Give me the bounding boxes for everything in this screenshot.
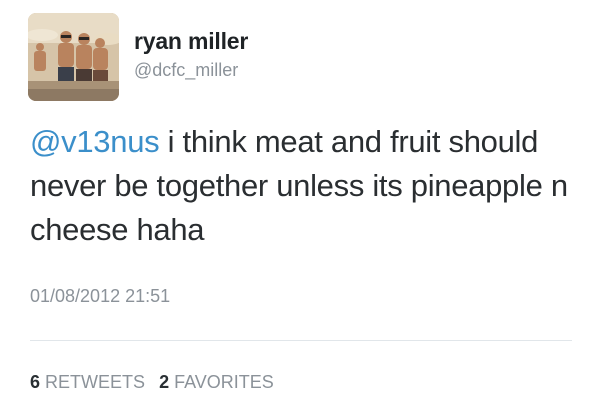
favorites-count: 2 bbox=[159, 372, 170, 392]
divider bbox=[30, 340, 572, 341]
tweet-card: ryan miller @dcfc_miller @v13nus i think… bbox=[0, 0, 598, 420]
display-name[interactable]: ryan miller bbox=[134, 28, 248, 55]
retweets-count: 6 bbox=[30, 372, 41, 392]
tweet-text: @v13nus i think meat and fruit should ne… bbox=[30, 120, 575, 252]
favorites-label: FAVORITES bbox=[174, 372, 274, 392]
avatar-photo bbox=[28, 13, 119, 101]
user-handle[interactable]: @dcfc_miller bbox=[134, 60, 238, 81]
retweets-stat[interactable]: 6 RETWEETS bbox=[30, 372, 145, 393]
tweet-timestamp[interactable]: 01/08/2012 21:51 bbox=[30, 286, 170, 307]
retweets-label: RETWEETS bbox=[45, 372, 146, 392]
tweet-stats: 6 RETWEETS 2 FAVORITES bbox=[30, 372, 283, 393]
favorites-stat[interactable]: 2 FAVORITES bbox=[159, 372, 274, 393]
avatar[interactable] bbox=[28, 13, 119, 101]
mention-link[interactable]: @v13nus bbox=[30, 124, 160, 159]
